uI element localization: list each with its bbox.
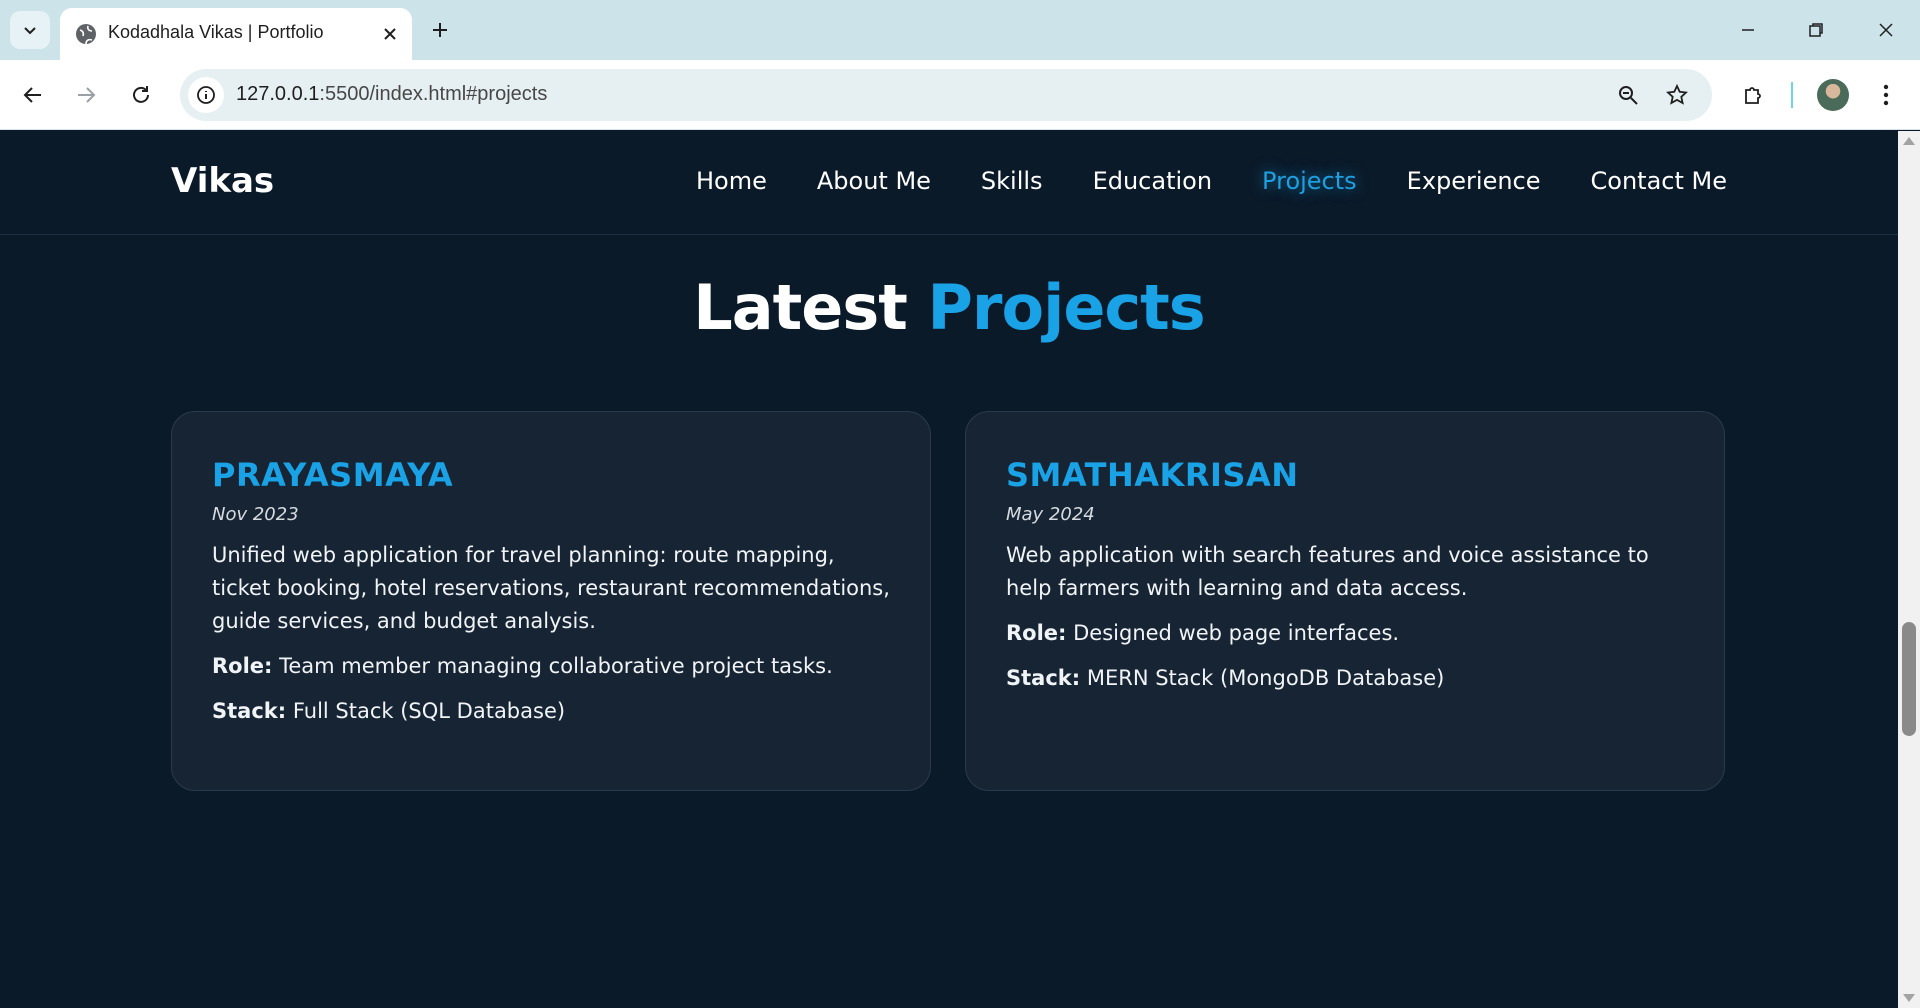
restore-button[interactable] <box>1792 10 1840 50</box>
extensions-button[interactable] <box>1738 79 1770 111</box>
close-icon <box>1879 23 1893 37</box>
browser-menu-button[interactable] <box>1870 79 1902 111</box>
arrow-left-icon <box>23 87 41 103</box>
role-value: Designed web page interfaces. <box>1073 621 1400 645</box>
nav-link-education[interactable]: Education <box>1093 167 1212 195</box>
scroll-down-arrow-icon[interactable] <box>1903 994 1915 1002</box>
nav-link-contact[interactable]: Contact Me <box>1591 167 1727 195</box>
section-title: Latest Projects <box>0 271 1898 344</box>
url-text[interactable]: 127.0.0.1:5500/index.html#projects <box>236 83 547 106</box>
reload-icon <box>133 86 149 103</box>
project-title: SMATHAKRISAN <box>1006 456 1299 494</box>
project-card: PRAYASMAYA Nov 2023 Unified web applicat… <box>171 411 931 791</box>
reload-button[interactable] <box>125 79 157 111</box>
stack-value: MERN Stack (MongoDB Database) <box>1086 666 1445 690</box>
close-icon <box>384 28 396 40</box>
browser-tab-bar: Kodadhala Vikas | Portfolio <box>0 0 1920 60</box>
arrow-right-icon <box>78 87 96 103</box>
plus-icon <box>433 23 447 37</box>
puzzle-icon <box>1745 87 1761 104</box>
project-date: Nov 2023 <box>212 504 299 525</box>
site-brand[interactable]: Vikas <box>171 161 274 201</box>
project-stack: Stack: MERN Stack (MongoDB Database) <box>1006 662 1684 695</box>
tab-search-button[interactable] <box>10 11 50 49</box>
globe-icon <box>76 24 96 45</box>
project-role: Role: Designed web page interfaces. <box>1006 617 1684 650</box>
bookmark-button[interactable] <box>1661 79 1693 111</box>
nav-link-experience[interactable]: Experience <box>1407 167 1541 195</box>
nav-link-about[interactable]: About Me <box>817 167 931 195</box>
nav-link-home[interactable]: Home <box>696 167 767 195</box>
forward-button[interactable] <box>70 79 102 111</box>
nav-link-skills[interactable]: Skills <box>981 167 1043 195</box>
stack-label: Stack: <box>1006 666 1081 690</box>
stack-value: Full Stack (SQL Database) <box>292 699 566 723</box>
page-viewport: Vikas Home About Me Skills Education Pro… <box>0 131 1898 1008</box>
url-host: 127.0.0.1 <box>236 83 320 105</box>
tab-close-button[interactable] <box>378 22 402 46</box>
section-title-main: Latest <box>693 271 908 344</box>
profile-avatar[interactable] <box>1817 79 1849 111</box>
project-date: May 2024 <box>1006 504 1095 525</box>
site-navbar: Vikas Home About Me Skills Education Pro… <box>0 131 1898 235</box>
project-description: Web application with search features and… <box>1006 543 1649 600</box>
window-close-button[interactable] <box>1862 10 1910 50</box>
info-icon <box>197 86 215 104</box>
site-info-button[interactable] <box>188 77 224 113</box>
page-scrollbar[interactable] <box>1898 131 1920 1008</box>
stack-label: Stack: <box>212 699 287 723</box>
minimize-button[interactable] <box>1724 10 1772 50</box>
role-value: Team member managing collaborative proje… <box>279 654 833 678</box>
address-bar[interactable]: 127.0.0.1:5500/index.html#projects <box>180 69 1712 121</box>
url-path: :5500/index.html#projects <box>319 83 548 105</box>
back-button[interactable] <box>17 79 49 111</box>
tab-title: Kodadhala Vikas | Portfolio <box>108 22 324 42</box>
nav-links: Home About Me Skills Education Projects … <box>646 167 1727 195</box>
project-role: Role: Team member managing collaborative… <box>212 650 890 683</box>
minimize-icon <box>1742 29 1754 31</box>
role-label: Role: <box>212 654 273 678</box>
scroll-up-arrow-icon[interactable] <box>1903 137 1915 145</box>
nav-link-projects[interactable]: Projects <box>1262 167 1357 195</box>
new-tab-button[interactable] <box>424 14 456 46</box>
zoom-icon <box>1619 86 1638 105</box>
toolbar-divider <box>1791 82 1793 108</box>
zoom-button[interactable] <box>1612 79 1644 111</box>
chevron-down-icon <box>24 27 36 35</box>
project-stack: Stack: Full Stack (SQL Database) <box>212 695 890 728</box>
star-icon <box>1666 84 1688 105</box>
browser-toolbar: 127.0.0.1:5500/index.html#projects <box>0 60 1920 130</box>
more-vert-icon <box>1883 84 1889 106</box>
section-title-accent: Projects <box>927 271 1205 344</box>
role-label: Role: <box>1006 621 1067 645</box>
scroll-thumb[interactable] <box>1902 622 1916 736</box>
project-title: PRAYASMAYA <box>212 456 454 494</box>
project-description: Unified web application for travel plann… <box>212 543 890 633</box>
browser-tab[interactable]: Kodadhala Vikas | Portfolio <box>60 8 412 60</box>
project-card: SMATHAKRISAN May 2024 Web application wi… <box>965 411 1725 791</box>
restore-icon <box>1809 23 1823 37</box>
